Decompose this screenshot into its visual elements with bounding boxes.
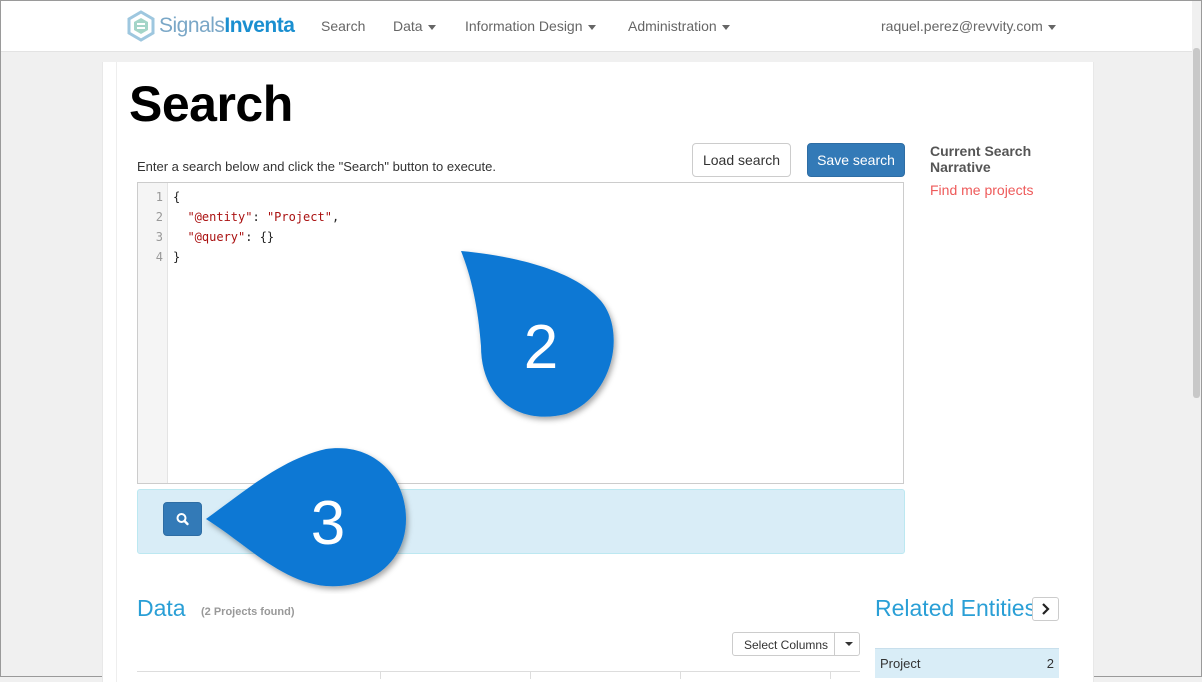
related-entities-heading: Related Entities [875, 595, 1035, 621]
table-column-divider [680, 671, 681, 679]
page-title: Search [129, 76, 293, 132]
callout-2-marker: 2 [461, 251, 614, 417]
caret-down-icon[interactable] [841, 636, 857, 652]
table-column-divider [530, 671, 531, 679]
narrative-link[interactable]: Find me projects [930, 182, 1033, 198]
code-line: "@entity": "Project", [187, 210, 340, 224]
divider [834, 633, 835, 655]
signals-logo-icon [127, 10, 155, 42]
related-entity-label: Project [880, 656, 921, 671]
line-number: 1 [155, 190, 163, 204]
chevron-right-icon [1042, 603, 1050, 615]
nav-information-design[interactable]: Information Design [465, 18, 596, 34]
editor-gutter: 1 2 3 4 [138, 183, 168, 483]
caret-down-icon [721, 24, 730, 30]
table-column-divider [830, 671, 831, 679]
search-instructions: Enter a search below and click the "Sear… [137, 159, 496, 174]
panel-divider [116, 62, 117, 682]
search-icon [176, 513, 189, 526]
save-search-button[interactable]: Save search [807, 143, 905, 177]
load-search-button[interactable]: Load search [692, 143, 791, 177]
line-number: 4 [155, 250, 163, 264]
line-number: 2 [155, 210, 163, 224]
table-column-divider [380, 671, 381, 679]
narrative-title: Current Search Narrative [930, 143, 1032, 175]
callout-3-label: 3 [311, 489, 345, 558]
search-button[interactable] [163, 502, 202, 536]
brand-name: SignalsInventa [159, 14, 295, 37]
callout-2-label: 2 [524, 313, 558, 382]
code-line: { [173, 190, 181, 204]
related-entities-toggle[interactable] [1032, 597, 1059, 621]
nav-search[interactable]: Search [321, 18, 365, 34]
related-entity-count: 2 [1046, 656, 1054, 671]
line-number: 3 [155, 230, 163, 244]
data-table-header-line [137, 671, 860, 672]
code-line: } [173, 250, 181, 264]
data-result-count: (2 Projects found) [201, 606, 295, 618]
callout-3-marker: 3 [206, 448, 406, 587]
select-columns-dropdown[interactable]: Select Columns [732, 632, 860, 656]
nav-data[interactable]: Data [393, 18, 436, 34]
scrollbar-thumb[interactable] [1193, 48, 1200, 398]
user-menu[interactable]: raquel.perez@revvity.com [881, 18, 1056, 34]
page-scrollbar[interactable] [1192, 1, 1201, 676]
select-columns-button[interactable]: Select Columns [744, 638, 828, 652]
related-entity-row[interactable]: Project 2 [875, 648, 1059, 678]
caret-down-icon [587, 24, 596, 30]
caret-down-icon [1047, 24, 1056, 30]
brand-logo-link[interactable]: SignalsInventa [125, 10, 295, 42]
top-navbar: SignalsInventa Search Data Information D… [1, 1, 1201, 52]
data-heading: Data [137, 595, 186, 621]
caret-down-icon [427, 24, 436, 30]
nav-administration[interactable]: Administration [628, 18, 730, 34]
code-line: "@query": {} [187, 230, 275, 244]
